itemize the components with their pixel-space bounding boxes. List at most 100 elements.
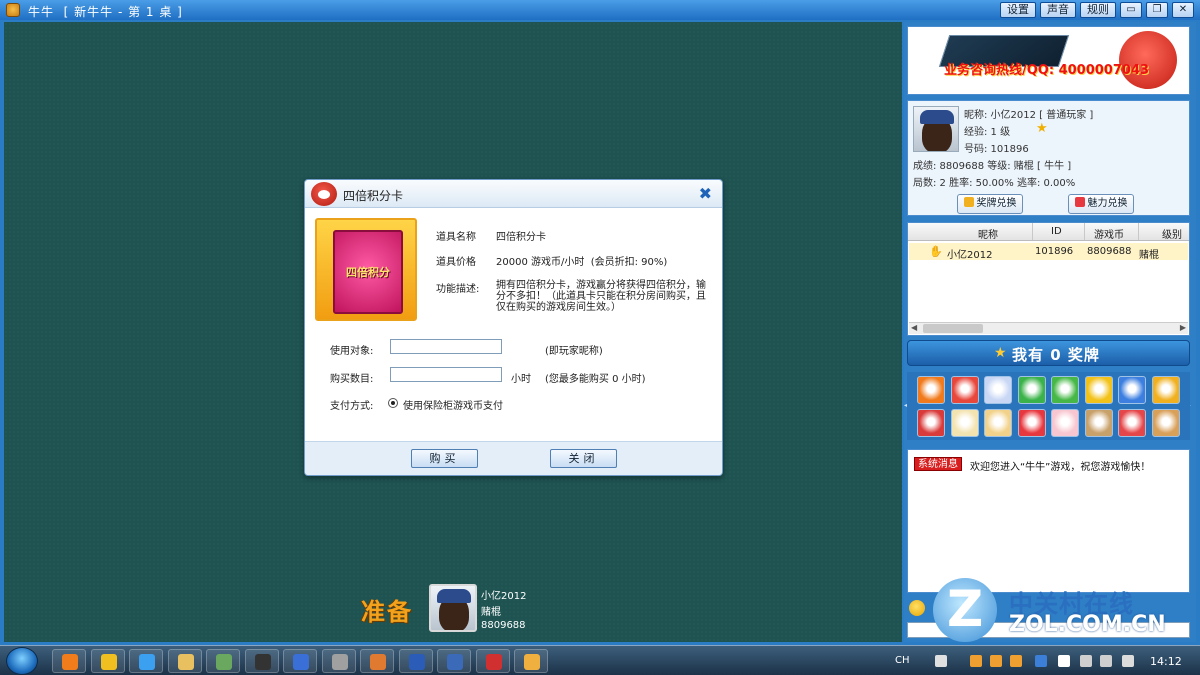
hand-icon: ✋: [929, 245, 943, 258]
sound-button[interactable]: 声音: [1040, 2, 1076, 18]
taskbar-app-button[interactable]: [437, 649, 471, 673]
prop-item-icon[interactable]: [1084, 376, 1113, 404]
prop-item-icon[interactable]: [950, 409, 979, 437]
emoji-icon[interactable]: [909, 600, 925, 616]
start-button[interactable]: [6, 647, 38, 675]
prop-item-icon[interactable]: [1084, 409, 1113, 437]
horizontal-scrollbar[interactable]: ◀ ▶: [909, 322, 1188, 334]
taskbar-app-button[interactable]: [244, 649, 279, 673]
prop-item-icon[interactable]: [917, 376, 945, 404]
medal-exchange-button[interactable]: 奖牌兑换: [957, 194, 1023, 214]
battery-icon[interactable]: [1100, 655, 1112, 667]
prop-item-icon[interactable]: [1151, 376, 1180, 404]
user-score: 成绩: 8809688 等级: 赌棍 [ 牛牛 ]: [913, 161, 1072, 172]
quantity-label: 购买数目:: [330, 374, 374, 385]
prop-item-icon[interactable]: [1118, 376, 1146, 404]
app-icon: [177, 654, 194, 670]
item-name-label: 道具名称: [436, 232, 476, 243]
ad-banner[interactable]: 业务咨询热线/QQ: 4000007043: [907, 26, 1190, 95]
taskbar-app-button[interactable]: [52, 649, 86, 673]
prop-item-icon[interactable]: [917, 409, 945, 437]
buy-button[interactable]: 购买: [411, 449, 478, 468]
prop-item-icon[interactable]: [1051, 409, 1079, 437]
app-icon: [100, 654, 117, 670]
window-title: 牛牛 [ 新牛牛 - 第 1 桌 ]: [28, 5, 183, 19]
target-note: (即玩家昵称): [545, 346, 603, 357]
taskbar-app-button[interactable]: [321, 649, 356, 673]
charm-exchange-button[interactable]: 魅力兑换: [1068, 194, 1134, 214]
chat-box: 系统消息 欢迎您进入“牛牛”游戏，祝您游戏愉快！: [907, 449, 1190, 593]
dialog-title: 四倍积分卡: [343, 189, 404, 203]
col-coins[interactable]: 游戏币: [1094, 226, 1124, 241]
language-indicator[interactable]: CH: [895, 655, 910, 666]
taskbar-app-button[interactable]: [398, 649, 433, 673]
prop-item-icon[interactable]: [1151, 409, 1180, 437]
prop-item-icon[interactable]: [984, 376, 1012, 404]
player-coins: 8809688: [481, 620, 526, 631]
flag-icon[interactable]: [1058, 655, 1070, 667]
sound-tray-icon[interactable]: [1080, 655, 1092, 667]
user-stats: 局数: 2 胜率: 50.00% 逃率: 0.00%: [913, 178, 1076, 189]
taskbar-app-button[interactable]: [90, 649, 125, 673]
quantity-note: (您最多能购买 0 小时): [545, 374, 646, 385]
medal-star-icon: ★: [994, 345, 1007, 361]
item-name-value: 四倍积分卡: [496, 232, 546, 243]
close-icon[interactable]: ✖: [699, 184, 712, 203]
taskbar-app-button[interactable]: [206, 649, 240, 673]
payment-radio[interactable]: [388, 398, 398, 408]
zol-logo-icon: Z: [933, 578, 997, 642]
col-id[interactable]: ID: [1051, 226, 1062, 237]
user-exp: 经验: 1 级: [964, 127, 1011, 138]
taskbar-app-button[interactable]: [475, 649, 510, 673]
quantity-unit: 小时: [511, 374, 531, 385]
settings-button[interactable]: 设置: [1000, 2, 1036, 18]
item-price-label: 道具价格: [436, 257, 476, 268]
qq-tray-icon[interactable]: [1010, 655, 1022, 667]
app-icon: [62, 654, 78, 670]
volume-icon[interactable]: [1122, 655, 1134, 667]
taskbar-app-button[interactable]: [283, 649, 317, 673]
medal-count-bar: ★ 我有 0 奖牌: [907, 340, 1190, 366]
heart-icon: [1074, 197, 1085, 207]
prop-item-icon[interactable]: [950, 376, 979, 404]
target-input[interactable]: [390, 339, 502, 354]
col-nickname[interactable]: 昵称: [978, 226, 998, 241]
restore-icon[interactable]: ❐: [1146, 2, 1168, 18]
minimize-icon[interactable]: ▭: [1120, 2, 1142, 18]
taskbar-app-button[interactable]: [167, 649, 202, 673]
qq-tray-icon[interactable]: [990, 655, 1002, 667]
clock: 14:12: [1150, 655, 1182, 668]
dialog-close-button[interactable]: 关闭: [550, 449, 617, 468]
target-label: 使用对象:: [330, 346, 374, 357]
player-avatar[interactable]: [429, 584, 477, 632]
taskbar-app-button[interactable]: [514, 649, 548, 673]
app-icon: [524, 654, 540, 670]
app-icon: [447, 654, 463, 670]
item-desc-value: 拥有四倍积分卡，游戏赢分将获得四倍积分，输分不多扣！（此道具卡只能在积分房间购买…: [496, 280, 706, 313]
medal-icon: [963, 197, 974, 207]
table-row[interactable]: ✋ 小亿2012 101896 8809688 赌棍: [909, 243, 1188, 261]
taskbar-app-button[interactable]: [129, 649, 163, 673]
zol-watermark: Z 中关村在线 ZOL.COM.CN: [933, 578, 1183, 642]
keyboard-icon[interactable]: [935, 655, 947, 667]
prop-item-icon[interactable]: [1051, 376, 1079, 404]
user-info-box: 昵称: 小亿2012 [ 普通玩家 ] 经验: 1 级 ★ 号码: 101896…: [907, 100, 1190, 216]
close-window-icon[interactable]: ✕: [1172, 2, 1194, 18]
prop-item-icon[interactable]: [1118, 409, 1146, 437]
app-icon: [408, 654, 425, 670]
prop-items-grid: [907, 372, 1190, 440]
prop-item-icon[interactable]: [1017, 376, 1046, 404]
prop-item-icon[interactable]: [984, 409, 1012, 437]
quantity-input[interactable]: [390, 367, 502, 382]
item-desc-label: 功能描述:: [436, 284, 480, 295]
col-level[interactable]: 级别: [1162, 226, 1182, 241]
watermark-en: ZOL.COM.CN: [1009, 612, 1166, 637]
rules-button[interactable]: 规则: [1080, 2, 1116, 18]
qq-tray-icon[interactable]: [970, 655, 982, 667]
taskbar-app-button[interactable]: [360, 649, 394, 673]
payment-label: 支付方式:: [330, 401, 374, 412]
app-icon: [139, 654, 155, 670]
network-icon[interactable]: [1035, 655, 1047, 667]
prop-item-icon[interactable]: [1017, 409, 1046, 437]
dialog-footer: 购买 关闭: [305, 441, 722, 475]
